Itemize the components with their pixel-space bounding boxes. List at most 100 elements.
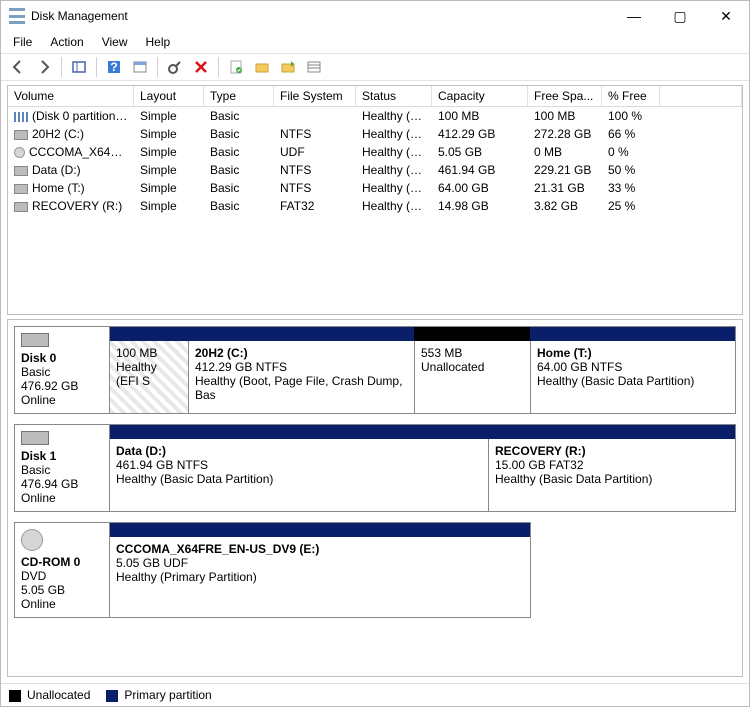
partition-size: 64.00 GB NTFS: [537, 360, 729, 374]
volume-row[interactable]: CCCOMA_X64FRE...SimpleBasicUDFHealthy (P…: [8, 143, 742, 161]
volume-type: Basic: [204, 179, 274, 197]
volume-free: 229.21 GB: [528, 161, 602, 179]
col-status[interactable]: Status: [356, 86, 432, 106]
volume-list-header: Volume Layout Type File System Status Ca…: [8, 86, 742, 107]
volume-layout: Simple: [134, 197, 204, 215]
maximize-button[interactable]: ▢: [657, 1, 703, 31]
disk-icon: [21, 431, 49, 445]
volume-pctfree: 66 %: [602, 125, 660, 143]
titlebar[interactable]: Disk Management — ▢ ✕: [1, 1, 749, 31]
volume-row[interactable]: 20H2 (C:)SimpleBasicNTFSHealthy (B...412…: [8, 125, 742, 143]
action-icon[interactable]: [251, 56, 273, 78]
volume-list[interactable]: Volume Layout Type File System Status Ca…: [7, 85, 743, 315]
volume-status: Healthy (B...: [356, 125, 432, 143]
forward-button[interactable]: [33, 56, 55, 78]
partition-status: Healthy (Basic Data Partition): [495, 472, 729, 486]
refresh-button[interactable]: [164, 56, 186, 78]
partition-size: 100 MB: [116, 346, 182, 360]
svg-text:?: ?: [110, 60, 117, 74]
col-freespace[interactable]: Free Spa...: [528, 86, 602, 106]
volume-free: 0 MB: [528, 143, 602, 161]
disk-label[interactable]: CD-ROM 0DVD5.05 GBOnline: [14, 522, 110, 618]
volume-free: 272.28 GB: [528, 125, 602, 143]
volume-capacity: 64.00 GB: [432, 179, 528, 197]
window-title: Disk Management: [31, 9, 611, 23]
disk-icon: [21, 333, 49, 347]
disk-size: 476.92 GB: [21, 379, 103, 393]
disk-row: CD-ROM 0DVD5.05 GBOnlineCCCOMA_X64FRE_EN…: [14, 522, 736, 618]
volume-layout: Simple: [134, 161, 204, 179]
app-icon: [9, 8, 25, 24]
menu-help[interactable]: Help: [144, 33, 173, 51]
partition[interactable]: Home (T:)64.00 GB NTFSHealthy (Basic Dat…: [530, 327, 735, 413]
volume-type: Basic: [204, 125, 274, 143]
volume-icon: [14, 202, 28, 212]
volume-row[interactable]: Home (T:)SimpleBasicNTFSHealthy (B...64.…: [8, 179, 742, 197]
menu-view[interactable]: View: [100, 33, 130, 51]
volume-row[interactable]: RECOVERY (R:)SimpleBasicFAT32Healthy (B.…: [8, 197, 742, 215]
partition[interactable]: Data (D:)461.94 GB NTFSHealthy (Basic Da…: [110, 425, 488, 511]
show-hide-button[interactable]: [68, 56, 90, 78]
volume-fs: UDF: [274, 143, 356, 161]
list-view-button[interactable]: [303, 56, 325, 78]
disk-size: 5.05 GB: [21, 583, 103, 597]
action-icon-2[interactable]: [277, 56, 299, 78]
disk-label[interactable]: Disk 0Basic476.92 GBOnline: [14, 326, 110, 414]
menu-file[interactable]: File: [11, 33, 34, 51]
partition-header: [530, 327, 735, 341]
settings-button[interactable]: [129, 56, 151, 78]
disk-row: Disk 1Basic476.94 GBOnlineData (D:)461.9…: [14, 424, 736, 512]
volume-capacity: 100 MB: [432, 107, 528, 125]
col-type[interactable]: Type: [204, 86, 274, 106]
disk-status: Online: [21, 597, 103, 611]
volume-row[interactable]: (Disk 0 partition 1)SimpleBasicHealthy (…: [8, 107, 742, 125]
partition[interactable]: RECOVERY (R:)15.00 GB FAT32Healthy (Basi…: [488, 425, 735, 511]
partition[interactable]: 553 MBUnallocated: [414, 327, 530, 413]
col-capacity[interactable]: Capacity: [432, 86, 528, 106]
minimize-button[interactable]: —: [611, 1, 657, 31]
partition-name: RECOVERY (R:): [495, 444, 729, 458]
volume-type: Basic: [204, 197, 274, 215]
partition-header: [488, 425, 735, 439]
volume-layout: Simple: [134, 143, 204, 161]
partition[interactable]: 100 MBHealthy (EFI S: [110, 327, 188, 413]
partition-name: Data (D:): [116, 444, 482, 458]
col-pctfree[interactable]: % Free: [602, 86, 660, 106]
back-button[interactable]: [7, 56, 29, 78]
partition-name: Home (T:): [537, 346, 729, 360]
volume-capacity: 461.94 GB: [432, 161, 528, 179]
close-button[interactable]: ✕: [703, 1, 749, 31]
delete-icon[interactable]: [190, 56, 212, 78]
volume-name: (Disk 0 partition 1): [32, 109, 129, 123]
legend: Unallocated Primary partition: [1, 683, 749, 706]
help-button[interactable]: ?: [103, 56, 125, 78]
disk-type: DVD: [21, 569, 103, 583]
volume-capacity: 412.29 GB: [432, 125, 528, 143]
partition[interactable]: 20H2 (C:)412.29 GB NTFSHealthy (Boot, Pa…: [188, 327, 414, 413]
col-filesystem[interactable]: File System: [274, 86, 356, 106]
properties-button[interactable]: [225, 56, 247, 78]
disk-map[interactable]: Disk 0Basic476.92 GBOnline100 MBHealthy …: [7, 319, 743, 677]
disk-type: Basic: [21, 463, 103, 477]
partition-status: Healthy (Primary Partition): [116, 570, 524, 584]
volume-free: 21.31 GB: [528, 179, 602, 197]
volume-fs: NTFS: [274, 179, 356, 197]
disk-label[interactable]: Disk 1Basic476.94 GBOnline: [14, 424, 110, 512]
disk-status: Online: [21, 491, 103, 505]
partition-status: Healthy (EFI S: [116, 360, 182, 388]
partition-body: RECOVERY (R:)15.00 GB FAT32Healthy (Basi…: [488, 439, 735, 511]
menu-action[interactable]: Action: [48, 33, 85, 51]
menubar: File Action View Help: [1, 31, 749, 53]
col-volume[interactable]: Volume: [8, 86, 134, 106]
volume-layout: Simple: [134, 107, 204, 125]
volume-free: 3.82 GB: [528, 197, 602, 215]
volume-pctfree: 33 %: [602, 179, 660, 197]
partition[interactable]: CCCOMA_X64FRE_EN-US_DV9 (E:)5.05 GB UDFH…: [110, 523, 530, 617]
partition-header: [110, 523, 530, 537]
partition-status: Unallocated: [421, 360, 524, 374]
volume-pctfree: 100 %: [602, 107, 660, 125]
volume-type: Basic: [204, 107, 274, 125]
col-layout[interactable]: Layout: [134, 86, 204, 106]
partition-body: Home (T:)64.00 GB NTFSHealthy (Basic Dat…: [530, 341, 735, 413]
volume-row[interactable]: Data (D:)SimpleBasicNTFSHealthy (B...461…: [8, 161, 742, 179]
